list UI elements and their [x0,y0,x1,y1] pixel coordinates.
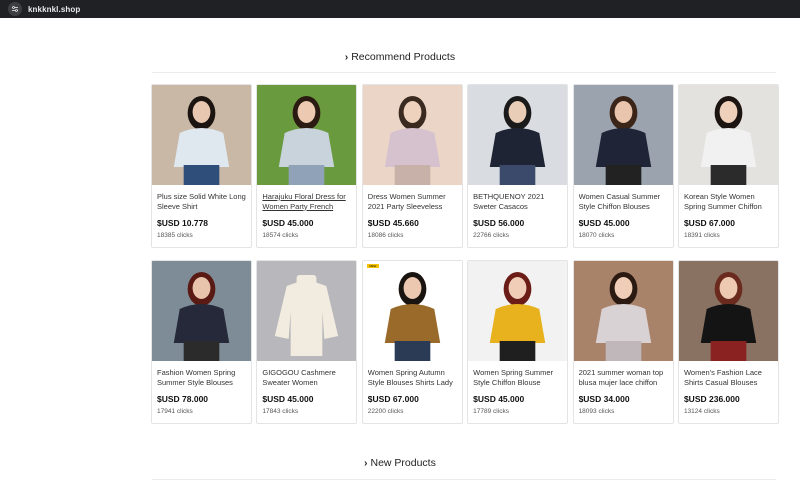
product-image[interactable] [468,85,568,185]
site-settings-icon[interactable] [8,2,22,16]
product-card[interactable]: Women Casual Summer Style Chiffon Blouse… [572,84,674,248]
product-name[interactable]: Plus size Solid White Long Sleeve Shirt [157,192,246,211]
product-name[interactable]: Women Casual Summer Style Chiffon Blouse… [579,192,668,211]
product-price: $USD 67.000 [367,394,419,404]
product-clicks: 18093 clicks [578,408,615,415]
product-clicks: 22766 clicks [473,232,509,239]
product-card[interactable]: Women's Fashion Lace Shirts Casual Blous… [677,260,779,424]
product-image[interactable] [257,85,357,185]
product-clicks: 13124 clicks [683,408,720,415]
product-card[interactable]: Dress Women Summer 2021 Party Sleeveless… [361,84,463,248]
product-image[interactable] [678,261,778,361]
product-price: $USD 45.000 [578,218,630,228]
product-clicks: 18086 clicks [367,232,404,239]
product-image[interactable] [678,85,778,185]
product-image[interactable] [362,261,462,361]
product-name[interactable]: Fashion Women Spring Summer Style Blouse… [157,368,246,387]
product-card[interactable]: BETHQUENOY 2021 Sweter Casacos $USD 56.00… [467,84,569,248]
product-name[interactable]: Dress Women Summer 2021 Party Sleeveless [368,192,457,211]
product-name[interactable]: Korean Style Women Spring Summer Chiffon [684,192,773,211]
chevron-right-icon: › [344,52,349,63]
product-card[interactable]: Fashion Women Spring Summer Style Blouse… [151,260,252,424]
product-price: $USD 10.778 [157,218,209,228]
product-name[interactable]: BETHQUENOY 2021 Sweter Casacos [473,192,562,211]
product-name[interactable]: Women Spring Summer Style Chiffon Blouse [473,368,562,387]
product-clicks: 17941 clicks [157,408,193,415]
product-card[interactable]: Korean Style Women Spring Summer Chiffon… [677,84,779,248]
new-badge: NEW [366,264,379,268]
new-products-title: New Products [370,457,436,469]
product-card[interactable]: Women Spring Summer Style Chiffon Blouse… [467,260,569,424]
product-clicks: 18070 clicks [578,232,615,239]
product-card[interactable]: Plus size Solid White Long Sleeve Shirt $… [151,84,252,248]
product-image[interactable] [468,261,568,361]
product-price: $USD 45.000 [473,394,525,404]
product-clicks: 18385 clicks [157,232,193,239]
browser-address-bar[interactable]: knkknkl.shop [0,0,800,18]
product-price: $USD 45.660 [367,218,419,228]
product-image[interactable] [152,261,251,361]
product-clicks: 18574 clicks [262,232,299,239]
product-price: $USD 34.000 [578,394,630,404]
product-image[interactable] [152,85,251,185]
divider [152,72,776,73]
product-name[interactable]: GIGOGOU Cashmere Sweater Women [262,368,351,387]
url-text[interactable]: knkknkl.shop [28,5,80,14]
product-card[interactable]: NEW Women Spring Autumn Style Blouses Shi… [361,260,463,424]
product-image[interactable] [257,261,357,361]
product-card[interactable]: 2021 summer woman top blusa mujer lace c… [572,260,674,424]
product-name[interactable]: 2021 summer woman top blusa mujer lace c… [579,368,668,387]
product-grid: Plus size Solid White Long Sleeve Shirt $… [151,84,779,424]
recommend-products-heading: › Recommend Products [0,51,800,63]
product-clicks: 22200 clicks [367,408,404,415]
product-price: $USD 236.000 [683,394,740,404]
product-name[interactable]: Harajuku Floral Dress for Women Party Fr… [262,192,351,211]
product-clicks: 17789 clicks [473,408,509,415]
product-name[interactable]: Women's Fashion Lace Shirts Casual Blous… [684,368,773,387]
product-image[interactable] [573,261,673,361]
chevron-right-icon: › [364,458,368,469]
product-clicks: 18391 clicks [683,232,720,239]
product-price: $USD 45.000 [262,218,314,228]
product-price: $USD 56.000 [473,218,525,228]
product-card[interactable]: GIGOGOU Cashmere Sweater Women $USD 45.00… [256,260,358,424]
product-clicks: 17843 clicks [262,408,299,415]
product-price: $USD 45.000 [262,394,314,404]
product-card[interactable]: Harajuku Floral Dress for Women Party Fr… [256,84,358,248]
recommend-products-title: Recommend Products [351,51,456,63]
product-image[interactable] [573,85,673,185]
divider [152,479,776,480]
new-products-heading: › New Products [0,457,800,469]
product-price: $USD 67.000 [683,218,735,228]
product-name[interactable]: Women Spring Autumn Style Blouses Shirts… [368,368,457,387]
product-image[interactable] [362,85,462,185]
product-price: $USD 78.000 [157,394,209,404]
